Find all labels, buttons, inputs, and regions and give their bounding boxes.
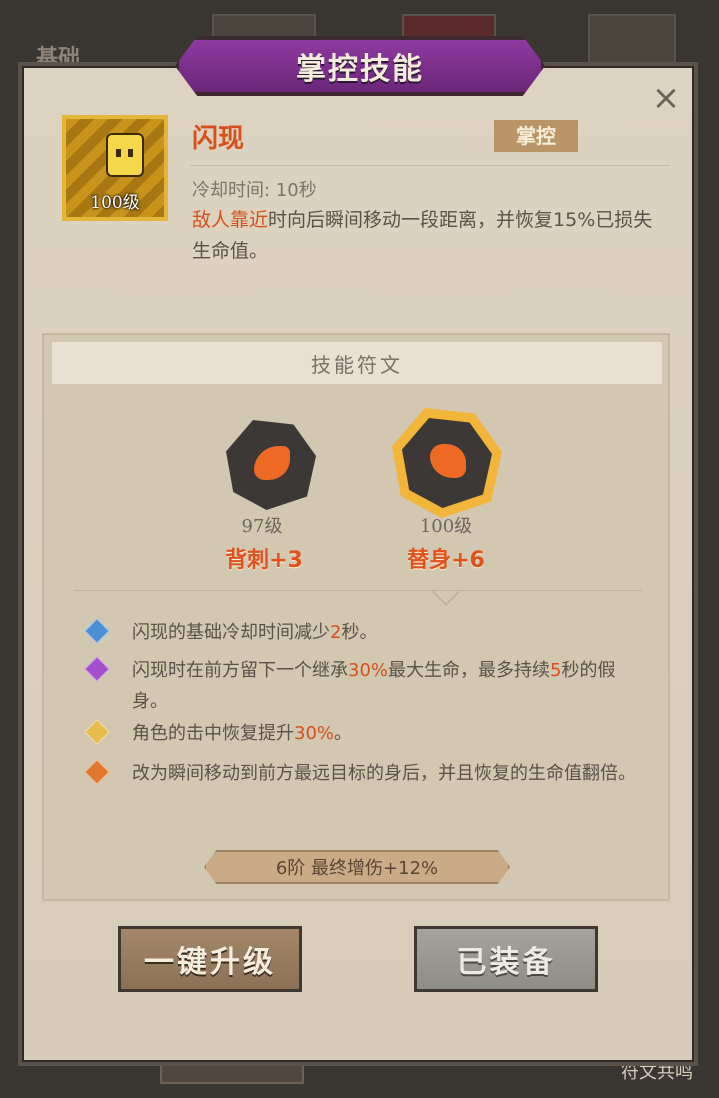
skill-icon: 100级	[62, 115, 168, 221]
skill-type-tag: 掌控	[494, 120, 578, 152]
rune-effect-text: 角色的击中恢复提升30%。	[132, 718, 644, 749]
rune-effect-text: 闪现时在前方留下一个继承30%最大生命，最多持续5秒的假身。	[132, 655, 644, 717]
effect-text-segment: 角色的击中恢复提升	[132, 723, 294, 744]
diamond-icon	[84, 759, 110, 785]
effect-text-segment: 闪现的基础冷却时间减少	[132, 622, 330, 643]
effect-value: 5	[550, 660, 562, 681]
rune-effect-item: 闪现的基础冷却时间减少2秒。	[84, 617, 644, 648]
close-icon[interactable]: ×	[648, 80, 684, 116]
diamond-icon	[84, 656, 110, 682]
diamond-icon	[84, 618, 110, 644]
equipped-button[interactable]: 已装备	[414, 926, 598, 992]
effect-text-segment: 秒。	[341, 622, 378, 643]
dialog-title: 掌控技能	[296, 52, 424, 87]
effect-text-segment: 闪现时在前方留下一个继承	[132, 660, 348, 681]
effect-text-segment: 最大生命，最多持续	[388, 660, 551, 681]
rune-name: 替身+6	[407, 548, 485, 573]
diamond-icon	[84, 719, 110, 745]
rune-effect-item: 角色的击中恢复提升30%。	[84, 718, 644, 749]
rune-section-header: 技能符文	[52, 342, 662, 384]
skill-figure-icon	[106, 133, 144, 177]
tier-bonus-banner: 6阶 最终增伤+12%	[204, 850, 510, 884]
tier-bonus-text: 6阶 最终增伤+12%	[275, 858, 439, 879]
upgrade-all-button[interactable]: 一键升级	[118, 926, 302, 992]
effect-value: 2	[330, 622, 342, 643]
rune-level: 97级	[241, 516, 283, 537]
rune-divider	[74, 590, 642, 591]
rune-slot-backstab[interactable]	[226, 420, 316, 510]
dialog-title-banner: 掌控技能	[175, 36, 545, 96]
effect-value: 30%	[294, 723, 335, 744]
skill-description-highlight: 敌人靠近	[192, 209, 269, 231]
skill-level: 100级	[90, 193, 140, 213]
rune-effect-item: 改为瞬间移动到前方最远目标的身后，并且恢复的生命值翻倍。	[84, 758, 644, 789]
rune-slot-decoy[interactable]	[392, 408, 502, 518]
skill-cooldown: 冷却时间: 10秒	[192, 180, 317, 201]
rune-effect-text: 闪现的基础冷却时间减少2秒。	[132, 617, 644, 648]
skill-name: 闪现	[192, 124, 245, 154]
rune-effect-text: 改为瞬间移动到前方最远目标的身后，并且恢复的生命值翻倍。	[132, 758, 644, 789]
effect-text-segment: 。	[334, 723, 353, 744]
effect-value: 30%	[348, 660, 389, 681]
rune-name: 背刺+3	[225, 548, 303, 573]
header-divider	[190, 165, 670, 166]
skill-description: 敌人靠近时向后瞬间移动一段距离，并恢复15%已损失生命值。	[192, 205, 662, 267]
rune-level: 100级	[419, 516, 473, 537]
rune-effect-item: 闪现时在前方留下一个继承30%最大生命，最多持续5秒的假身。	[84, 655, 644, 717]
effect-text-segment: 改为瞬间移动到前方最远目标的身后，并且恢复的生命值翻倍。	[132, 763, 636, 784]
